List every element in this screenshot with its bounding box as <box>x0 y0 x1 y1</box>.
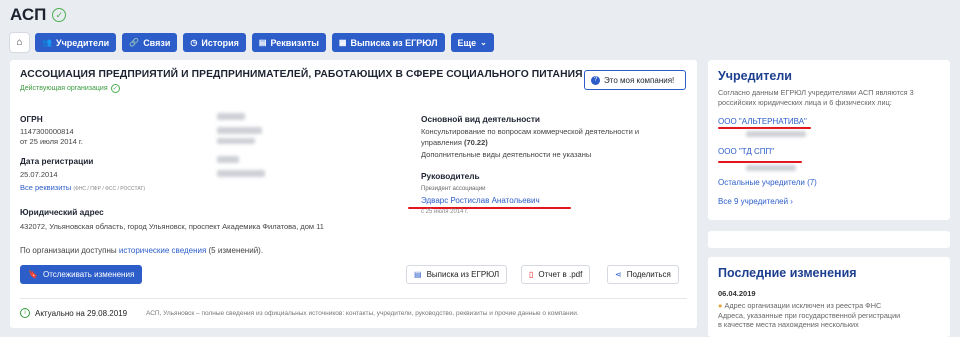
company-name: АССОЦИАЦИЯ ПРЕДПРИЯТИЙ И ПРЕДПРИНИМАТЕЛЕ… <box>20 69 583 80</box>
nav-history-button[interactable]: ◷ История <box>183 33 246 52</box>
chevron-down-icon: ⌄ <box>480 38 487 47</box>
verified-check-icon: ✓ <box>52 8 67 22</box>
nav-egrul-button[interactable]: ▦ Выписка из ЕГРЮЛ <box>331 33 445 52</box>
blurred-field <box>217 138 255 144</box>
activity-label: Основной вид деятельности <box>421 114 541 124</box>
dot-icon: ● <box>718 301 723 310</box>
activity-extra: Дополнительные виды деятельности не указ… <box>421 150 592 159</box>
ogrn-label: ОГРН <box>20 114 43 124</box>
list-icon: ▦ <box>338 38 347 47</box>
change-date: 06.04.2019 <box>718 289 756 298</box>
changes-title: Последние изменения <box>718 266 857 280</box>
home-icon: ⌂ <box>16 37 23 48</box>
status-check-icon: ✓ <box>110 84 120 93</box>
pdf-report-button[interactable]: ▯ Отчет в .pdf <box>521 265 591 284</box>
reg-date-label: Дата регистрации <box>20 156 94 166</box>
list-icon: ▤ <box>414 270 422 279</box>
blurred-field <box>217 127 262 134</box>
share-icon: ⋖ <box>615 270 622 279</box>
ogrn-value: 1147300000814 <box>20 127 74 136</box>
company-card: АССОЦИАЦИЯ ПРЕДПРИЯТИЙ И ПРЕДПРИНИМАТЕЛЕ… <box>10 60 697 328</box>
nav-more-button[interactable]: Еще ⌄ <box>450 33 494 52</box>
pdf-icon: ▯ <box>529 270 534 279</box>
activity-line1: Консультирование по вопросам коммерческо… <box>421 127 640 136</box>
highlight-underline <box>718 127 811 129</box>
footer-note: АСП, Ульяновск – полные сведения из офиц… <box>146 310 579 317</box>
all-requisites-link[interactable]: Все реквизиты <box>20 183 71 192</box>
reg-date-value: 25.07.2014 <box>20 170 58 179</box>
page-header: АСП ✓ <box>10 5 67 25</box>
egrul-extract-button[interactable]: ▤ Выписка из ЕГРЮЛ <box>406 265 508 284</box>
founders-card: Учредители Согласно данным ЕГРЮЛ учредит… <box>708 60 950 220</box>
history-link[interactable]: исторические сведения <box>119 246 206 255</box>
address-label: Юридический адрес <box>20 207 104 217</box>
blurred-field <box>746 131 806 137</box>
founders-title: Учредители <box>718 69 792 83</box>
section-nav: ⌂ 👥 Учредители 🔗 Связи ◷ История ▤ Реквизиты… <box>10 33 494 52</box>
nav-founders-button[interactable]: 👥 Учредители <box>35 33 117 52</box>
director-label: Руководитель <box>421 171 480 181</box>
link-icon: 🔗 <box>129 38 140 47</box>
track-changes-button[interactable]: 🔖 Отслеживать изменения <box>20 265 143 284</box>
nav-requisites-button[interactable]: ▤ Реквизиты <box>251 33 326 52</box>
nav-links-button[interactable]: 🔗 Связи <box>122 33 178 52</box>
my-company-button[interactable]: ? Это моя компания! <box>584 70 686 90</box>
sidebar-spacer-card <box>708 231 950 248</box>
changes-card: Последние изменения 06.04.2019 ● Адрес о… <box>708 257 950 337</box>
founders-desc: Согласно данным ЕГРЮЛ учредителями АСП я… <box>718 88 914 107</box>
divider <box>20 298 687 299</box>
chevron-right-icon: › <box>790 197 793 206</box>
info-icon: i <box>20 308 30 318</box>
all-requisites: Все реквизиты (ФНС / ПФР / ФСС / РОССТАТ… <box>20 183 145 192</box>
director-name-link[interactable]: Эдварс Ростислав Анатольевич <box>421 196 540 205</box>
director-since: с 25 июля 2014 г. <box>421 209 469 215</box>
blurred-field <box>746 165 796 171</box>
actual-date: i Актуально на 29.08.2019 <box>20 308 127 318</box>
bookmark-icon: 🔖 <box>28 270 38 279</box>
blurred-field <box>217 170 265 177</box>
founder-link-alternativa[interactable]: ООО "АЛЬТЕРНАТИВА" <box>718 117 807 126</box>
change-text: ● Адрес организации исключен из реестра … <box>718 301 901 329</box>
document-icon: ▤ <box>258 38 267 47</box>
address-value: 432072, Ульяновская область, город Ульян… <box>20 222 324 231</box>
history-info: По организации доступны исторические све… <box>20 246 264 255</box>
question-icon: ? <box>591 75 600 85</box>
share-button[interactable]: ⋖ Поделиться <box>607 265 679 284</box>
users-icon: 👥 <box>42 38 52 47</box>
highlight-underline <box>718 161 802 163</box>
activity-line2: управления (70.22) <box>421 138 488 147</box>
director-title: Президент ассоциации <box>421 186 486 192</box>
page-title: АСП <box>10 5 47 24</box>
all-founders-link[interactable]: Все 9 учредителей › <box>718 197 793 206</box>
founder-link-td-spp[interactable]: ООО "ТД СПП" <box>718 147 774 156</box>
other-founders-link[interactable]: Остальные учредители (7) <box>718 178 817 187</box>
company-status: Действующая организация ✓ <box>20 84 120 93</box>
requisites-note: (ФНС / ПФР / ФСС / РОССТАТ) <box>73 186 146 192</box>
activity-code: (70.22) <box>464 138 488 147</box>
history-icon: ◷ <box>190 38 198 47</box>
ogrn-date: от 25 июля 2014 г. <box>20 137 83 146</box>
home-button[interactable]: ⌂ <box>10 33 29 52</box>
blurred-field <box>217 113 245 120</box>
blurred-field <box>217 156 239 163</box>
